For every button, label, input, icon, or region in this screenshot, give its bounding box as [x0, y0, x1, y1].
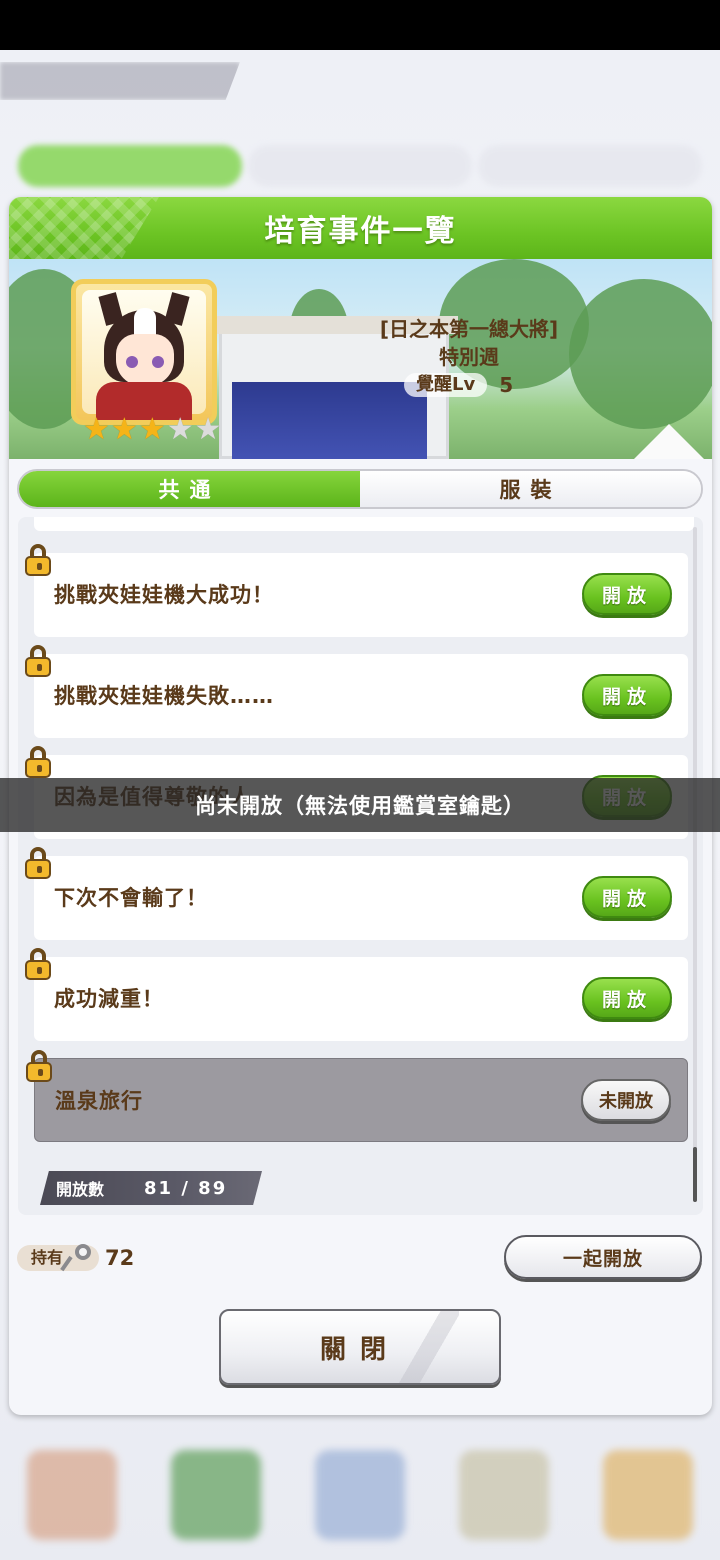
- toast-message: 尚未開放（無法使用鑑賞室鑰匙）: [0, 778, 720, 832]
- dialog-header: 培育事件一覽: [9, 197, 712, 259]
- close-button[interactable]: 關閉: [219, 1309, 501, 1385]
- list-item-partial: [34, 517, 694, 531]
- background-tent: [629, 424, 709, 459]
- open-count: 開放數 81 / 89: [40, 1171, 262, 1205]
- awaken-label: 覺醒Lv: [404, 373, 488, 397]
- blurred-header-tag: [0, 62, 240, 100]
- star-filled-icon: ★: [110, 412, 138, 447]
- star-filled-icon: ★: [83, 412, 110, 447]
- blurred-bottom-nav: [0, 1430, 720, 1560]
- event-title: 溫泉旅行: [55, 1089, 143, 1113]
- star-empty-icon: ★: [194, 412, 222, 447]
- button-decoration: [399, 1311, 459, 1383]
- list-item: 挑戰夾娃娃機大成功！ 開放: [25, 544, 688, 637]
- event-title: 下次不會輸了！: [54, 886, 208, 910]
- hold-value: 72: [105, 1246, 135, 1270]
- character-epithet: [日之本第一總大將]: [379, 317, 559, 341]
- awaken-value: 5: [499, 373, 514, 397]
- event-title: 挑戰夾娃娃機大成功！: [54, 583, 274, 607]
- open-count-value: 81 / 89: [144, 1177, 228, 1199]
- not-open-button[interactable]: 未開放: [581, 1079, 671, 1121]
- close-button-label: 關閉: [319, 1334, 400, 1365]
- event-title: 挑戰夾娃娃機失敗……: [54, 684, 274, 708]
- lock-icon: [24, 948, 52, 980]
- rarity-stars: ★ ★ ★ ★ ★: [83, 415, 222, 445]
- background-tree: [569, 279, 712, 429]
- character-name: 特別週: [439, 345, 499, 369]
- key-icon: [60, 1244, 92, 1272]
- key-holdings: 持有 72: [17, 1243, 134, 1273]
- open-button[interactable]: 開放: [582, 573, 672, 615]
- category-tabs: 共通 服裝: [17, 469, 703, 509]
- awaken-level: 覺醒Lv 5: [404, 373, 513, 397]
- lock-icon: [25, 1050, 53, 1082]
- open-button[interactable]: 開放: [582, 876, 672, 918]
- lock-icon: [24, 544, 52, 576]
- tab-outfit[interactable]: 服裝: [360, 471, 701, 507]
- lock-icon: [24, 746, 52, 778]
- star-empty-icon: ★: [166, 412, 194, 447]
- list-item: 溫泉旅行 未開放: [26, 1050, 688, 1142]
- scrollbar-track[interactable]: [693, 527, 697, 1197]
- open-button[interactable]: 開放: [582, 674, 672, 716]
- open-button[interactable]: 開放: [582, 977, 672, 1019]
- star-filled-icon: ★: [138, 412, 166, 447]
- list-item: 挑戰夾娃娃機失敗…… 開放: [25, 645, 688, 738]
- open-all-button[interactable]: 一起開放: [504, 1235, 702, 1279]
- header-pattern: [9, 197, 159, 259]
- character-banner: ★ ★ ★ ★ ★ [日之本第一總大將] 特別週 覺醒Lv 5: [9, 259, 712, 459]
- lock-icon: [24, 645, 52, 677]
- event-list[interactable]: 挑戰夾娃娃機大成功！ 開放 挑戰夾娃娃機失敗…… 開放 因為是值得尊敬的人 開放…: [18, 517, 703, 1215]
- event-title: 成功減重！: [54, 987, 164, 1011]
- lock-icon: [24, 847, 52, 879]
- character-portrait: [71, 279, 217, 425]
- blurred-background-tabs: [18, 145, 702, 187]
- dialog-title: 培育事件一覽: [264, 214, 457, 249]
- status-bar: [0, 0, 720, 50]
- open-count-label: 開放數: [56, 1180, 105, 1199]
- list-item: 成功減重！ 開放: [25, 948, 688, 1041]
- list-item: 下次不會輸了！ 開放: [25, 847, 688, 940]
- scrollbar-thumb[interactable]: [693, 1147, 697, 1202]
- character-title: [日之本第一總大將] 特別週: [369, 315, 569, 371]
- tab-common[interactable]: 共通: [19, 471, 360, 507]
